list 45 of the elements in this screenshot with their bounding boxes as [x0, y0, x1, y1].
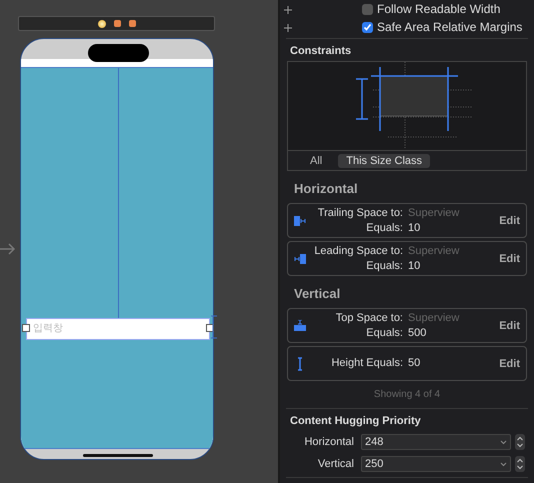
resize-handle[interactable] — [22, 324, 30, 332]
group-title: Horizontal — [293, 180, 359, 198]
section-title: Constraints — [289, 44, 352, 59]
stepper[interactable] — [515, 456, 525, 472]
constraint-count: Showing 4 of 4 — [372, 388, 442, 402]
edit-button[interactable]: Edit — [488, 214, 520, 226]
checkbox[interactable] — [362, 22, 373, 32]
constraint-label: Top Space to: — [334, 310, 403, 326]
home-indicator — [83, 454, 153, 457]
edit-button[interactable]: Edit — [488, 358, 520, 370]
stepper[interactable] — [515, 434, 525, 450]
edit-button[interactable]: Edit — [488, 252, 520, 264]
constraint-label: Height Equals: — [330, 356, 403, 371]
filter-tab[interactable]: This Size Class — [338, 154, 430, 168]
constraint-target: Superview — [408, 310, 460, 326]
constraint-value: 10 — [408, 258, 422, 274]
checkbox-label: Safe Area Relative Margins — [377, 20, 522, 34]
edit-button[interactable]: Edit — [488, 320, 520, 332]
plus-icon[interactable] — [284, 6, 292, 14]
plus-icon[interactable] — [284, 24, 292, 32]
constraint-target: Superview — [408, 206, 460, 220]
constraint-value: 500 — [408, 326, 428, 340]
constraint-label: Trailing Space to: — [316, 206, 403, 220]
priority-combo-box[interactable]: 248 — [361, 434, 511, 450]
trailing-space-icon — [294, 216, 306, 226]
entry-arrow-icon — [0, 242, 16, 256]
leading-space-icon — [294, 254, 306, 264]
constraint-label: Leading Space to: — [313, 244, 403, 258]
group-title: Vertical — [293, 285, 342, 303]
filter-tab[interactable]: All — [302, 154, 330, 168]
priority-label: Vertical — [316, 458, 354, 470]
height-constraint-icon — [211, 315, 217, 339]
top-space-icon — [294, 320, 306, 331]
checkbox-label: Follow Readable Width — [377, 2, 500, 16]
equals-label: Equals: — [365, 326, 403, 340]
constraint-value: 50 — [408, 356, 422, 371]
checkbox[interactable] — [362, 4, 373, 14]
section-title: Content Hugging Priority — [289, 414, 422, 429]
priority-combo-box[interactable]: 250 — [361, 456, 511, 472]
constraint-target: Superview — [408, 244, 460, 258]
equals-label: Equals: — [365, 258, 403, 274]
dynamic-island — [88, 44, 149, 62]
equals-label: Equals: — [365, 220, 403, 236]
constraint-value: 10 — [408, 220, 422, 236]
priority-label: Horizontal — [303, 436, 354, 448]
